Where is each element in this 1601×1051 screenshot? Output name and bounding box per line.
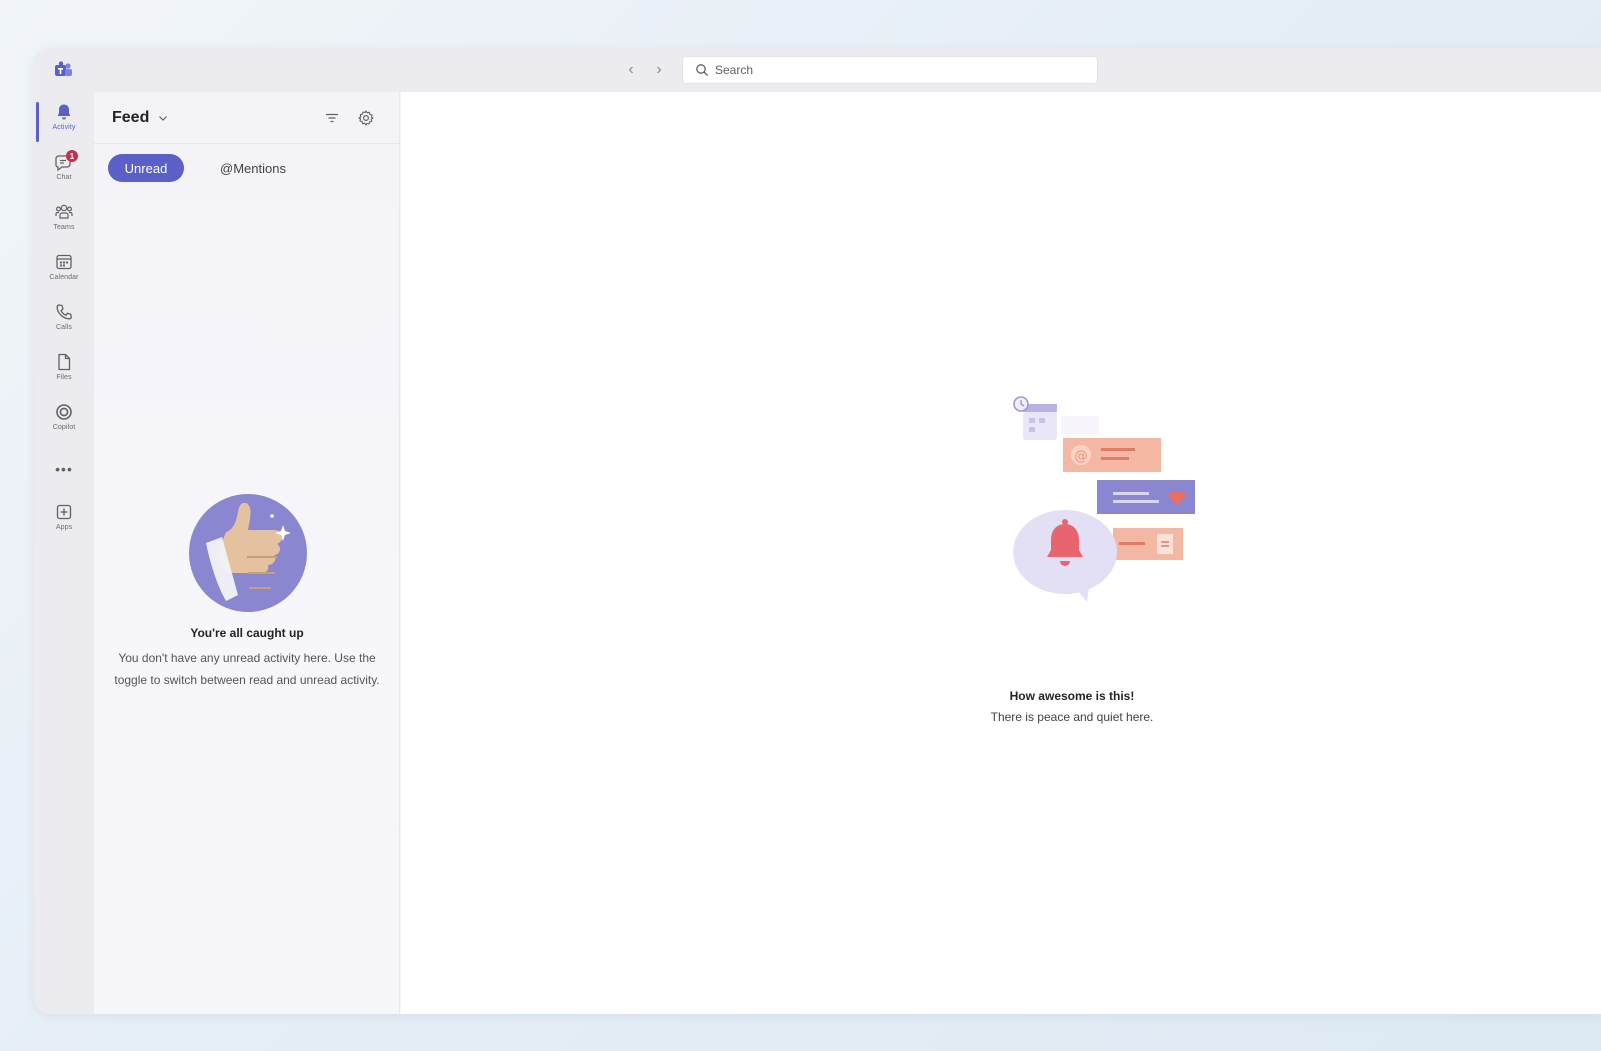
- app-rail: Activity 1 Chat Teams Calendar Calls Fil…: [34, 92, 94, 1014]
- gear-icon[interactable]: [356, 108, 376, 128]
- copilot-icon: [56, 404, 72, 420]
- caught-up-title: You're all caught up: [190, 626, 304, 640]
- activity-feed-pane: Feed Unread @Mentions You're all caught …: [94, 92, 400, 1014]
- rail-label: Activity: [52, 124, 76, 131]
- teams-logo-icon: [55, 61, 72, 76]
- teams-icon: [55, 204, 73, 219]
- rail-item-apps[interactable]: Apps: [34, 496, 94, 542]
- caught-up-message: You don't have any unread activity here.…: [114, 651, 380, 687]
- rail-label: Copilot: [52, 424, 76, 431]
- rail-label: Chat: [56, 174, 72, 181]
- phone-icon: [56, 304, 72, 320]
- unread-badge: 1: [66, 150, 78, 162]
- rail-label: Apps: [55, 524, 73, 531]
- rail-item-activity[interactable]: Activity: [34, 96, 94, 142]
- rail-item-teams[interactable]: Teams: [34, 196, 94, 242]
- svg-text:@: @: [1075, 449, 1088, 464]
- unread-filter-button[interactable]: Unread: [108, 154, 184, 182]
- history-nav: ‹ ›: [622, 60, 668, 80]
- teams-window: ‹ › Activity 1 C: [34, 48, 1601, 1014]
- rail-label: Files: [56, 374, 72, 381]
- bell-icon: [57, 104, 71, 120]
- notifications-illustration: @: [1013, 396, 1195, 602]
- empty-state-title: How awesome is this!: [1009, 689, 1135, 703]
- rail-item-calendar[interactable]: Calendar: [34, 246, 94, 292]
- filter-icon[interactable]: [322, 108, 342, 128]
- rail-label: Calls: [55, 324, 73, 331]
- title-bar: ‹ ›: [34, 48, 1601, 92]
- feed-title: Feed: [112, 109, 150, 126]
- search-box[interactable]: [682, 56, 1098, 84]
- forward-arrow-icon[interactable]: ›: [650, 60, 668, 80]
- rail-label: Teams: [53, 224, 75, 231]
- mentions-filter-button[interactable]: @Mentions: [208, 154, 298, 182]
- main-content: @ How awesome is this! There is peace an…: [401, 92, 1601, 1014]
- back-arrow-icon[interactable]: ‹: [622, 60, 640, 80]
- thumbs-up-illustration: [189, 494, 307, 612]
- feed-header: Feed: [94, 92, 399, 144]
- file-icon: [58, 353, 71, 371]
- rail-item-files[interactable]: Files: [34, 346, 94, 392]
- more-icon: •••: [55, 461, 73, 477]
- rail-item-copilot[interactable]: Copilot: [34, 396, 94, 442]
- active-indicator: [36, 102, 39, 142]
- calendar-icon: [56, 254, 72, 270]
- rail-item-more[interactable]: •••: [34, 452, 94, 484]
- search-input[interactable]: [715, 63, 1075, 77]
- search-icon: [696, 64, 708, 76]
- add-app-icon: [56, 504, 72, 520]
- rail-label: Calendar: [49, 274, 79, 281]
- rail-item-chat[interactable]: 1 Chat: [34, 146, 94, 192]
- empty-state-message: There is peace and quiet here.: [990, 710, 1154, 724]
- chevron-down-icon: [159, 116, 168, 121]
- rail-item-calls[interactable]: Calls: [34, 296, 94, 342]
- feed-dropdown[interactable]: Feed: [112, 109, 169, 127]
